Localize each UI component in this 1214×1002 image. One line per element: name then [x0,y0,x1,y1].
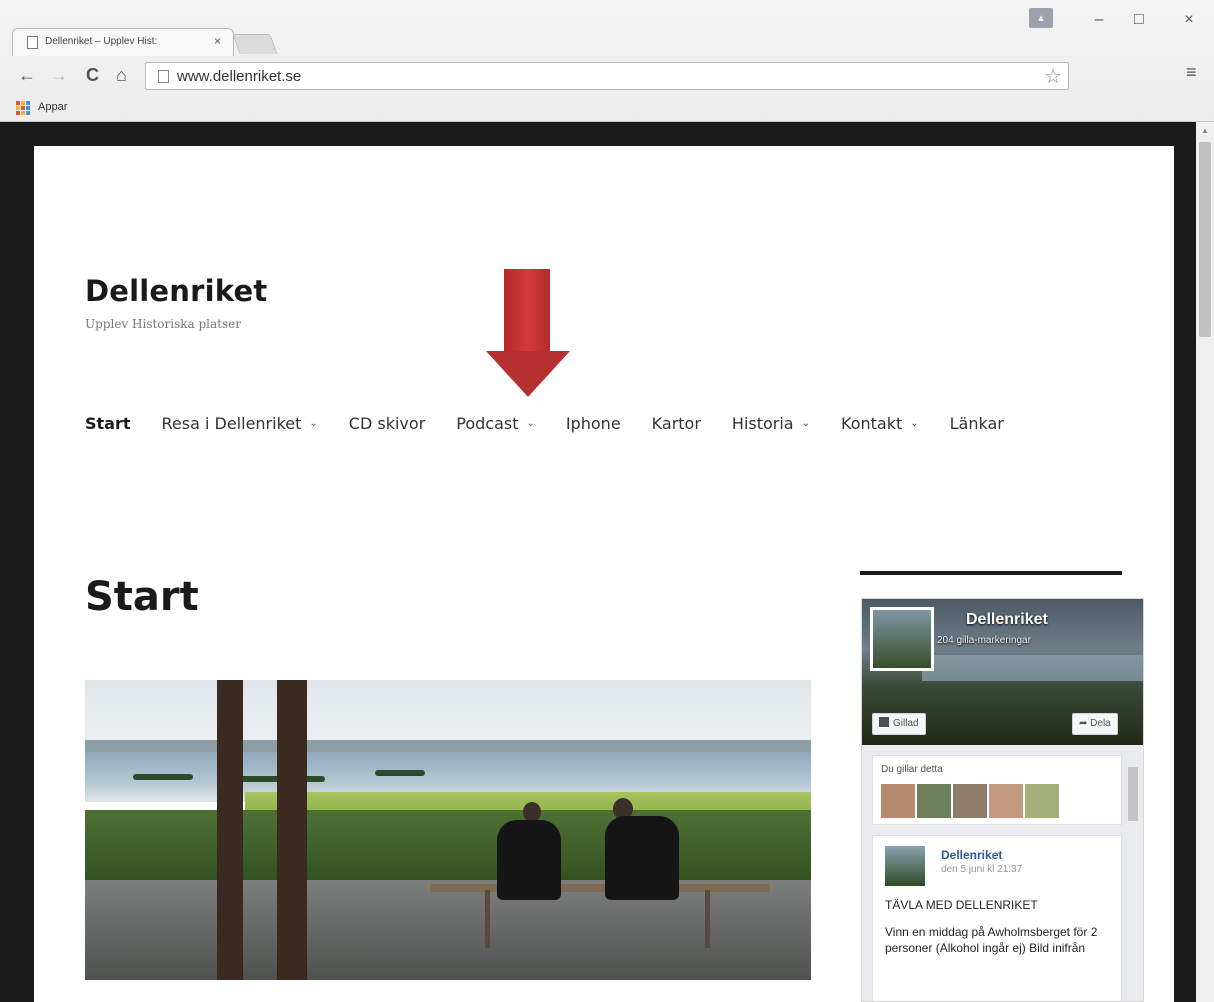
new-tab-button[interactable] [232,34,278,54]
friend-avatar[interactable] [989,784,1023,818]
page-icon [27,36,38,49]
facebook-liked-button[interactable]: Gillad [872,713,926,735]
nav-item-lankar[interactable]: Länkar [950,414,1004,433]
minimize-button[interactable]: – [1084,10,1114,30]
site-title[interactable]: Dellenriket [85,274,267,308]
facebook-post-headline: TÄVLA MED DELLENRIKET [885,898,1038,912]
facebook-post-author[interactable]: Dellenriket [941,848,1002,862]
friend-avatar[interactable] [953,784,987,818]
share-icon: ➦ [1079,718,1091,729]
nav-item-historia[interactable]: Historia ⌄ [732,414,810,433]
featured-image [85,680,811,980]
bookmarks-bar: Appar [0,96,1214,120]
nav-item-kartor[interactable]: Kartor [652,414,701,433]
facebook-friend-list [881,784,1061,818]
tab-close-icon[interactable]: × [214,34,221,48]
facebook-page-name[interactable]: Dellenriket [966,611,1048,629]
friend-avatar[interactable] [1025,784,1059,818]
chevron-down-icon: ⌄ [526,417,535,429]
annotation-arrow-shaft [504,269,550,352]
chevron-down-icon: ⌄ [309,417,318,429]
nav-item-podcast[interactable]: Podcast ⌄ [456,414,535,433]
apps-grid-icon[interactable] [16,101,30,115]
facebook-page-avatar[interactable] [870,607,934,671]
scroll-up-icon[interactable]: ▲ [1201,126,1209,135]
nav-item-start[interactable]: Start [85,414,131,433]
browser-tab[interactable]: Dellenriket – Upplev Hist: × [12,28,234,56]
facebook-like-icon [879,717,889,727]
site-tagline: Upplev Historiska platser [85,317,241,331]
facebook-post-avatar[interactable] [885,846,925,886]
facebook-likes-count: 204 gilla-markeringar [937,635,1031,646]
facebook-share-button[interactable]: ➦ Dela [1072,713,1118,735]
reload-icon[interactable]: C [86,66,99,84]
friend-avatar[interactable] [917,784,951,818]
nav-item-iphone[interactable]: Iphone [566,414,621,433]
page-icon [158,70,169,83]
chevron-down-icon: ⌄ [801,417,810,429]
close-window-button[interactable]: × [1174,10,1204,30]
tab-title: Dellenriket – Upplev Hist: [45,36,158,47]
browser-toolbar: ← → C ⌂ www.dellenriket.se ☆ ≡ [0,58,1214,94]
scrollbar-thumb[interactable] [1199,142,1211,337]
nav-item-resa[interactable]: Resa i Dellenriket ⌄ [162,414,318,433]
facebook-post: Dellenriket den 5 juni kl 21:37 TÄVLA ME… [872,835,1122,1001]
home-icon[interactable]: ⌂ [116,66,127,84]
browser-chrome: Dellenriket – Upplev Hist: × ▴ – □ × ← →… [0,0,1214,122]
nav-item-kontakt[interactable]: Kontakt ⌄ [841,414,919,433]
browser-menu-icon[interactable]: ≡ [1186,62,1197,83]
facebook-cover-image[interactable]: Dellenriket 204 gilla-markeringar Gillad… [862,599,1143,745]
friend-avatar[interactable] [881,784,915,818]
nav-item-cd-skivor[interactable]: CD skivor [349,414,425,433]
facebook-post-date[interactable]: den 5 juni kl 21:37 [941,864,1022,875]
address-bar[interactable]: www.dellenriket.se ☆ [145,62,1069,90]
profile-icon[interactable]: ▴ [1029,8,1053,28]
facebook-page-widget: Dellenriket 204 gilla-markeringar Gillad… [861,598,1144,1002]
maximize-button[interactable]: □ [1124,10,1154,30]
annotation-arrow-head [486,351,570,397]
facebook-friends-label: Du gillar detta [881,764,943,775]
url-text[interactable]: www.dellenriket.se [177,68,301,85]
back-icon[interactable]: ← [18,66,36,84]
facebook-widget-scrollbar[interactable] [1126,753,1140,1001]
bookmark-apps[interactable]: Appar [38,101,67,113]
bookmark-star-icon[interactable]: ☆ [1044,64,1062,89]
web-page: Dellenriket Upplev Historiska platser St… [34,146,1174,1002]
facebook-friends-card: Du gillar detta [872,755,1122,825]
page-title: Start [85,574,199,620]
page-scrollbar[interactable]: ▲ [1196,122,1214,1002]
chevron-down-icon: ⌄ [910,417,919,429]
sidebar-divider [860,571,1122,575]
facebook-post-text: Vinn en middag på Awholmsberget för 2 pe… [885,925,1098,955]
forward-icon[interactable]: → [50,66,68,84]
facebook-scrollbar-thumb[interactable] [1128,767,1138,821]
main-navigation: Start Resa i Dellenriket ⌄ CD skivor Podc… [85,411,1035,435]
